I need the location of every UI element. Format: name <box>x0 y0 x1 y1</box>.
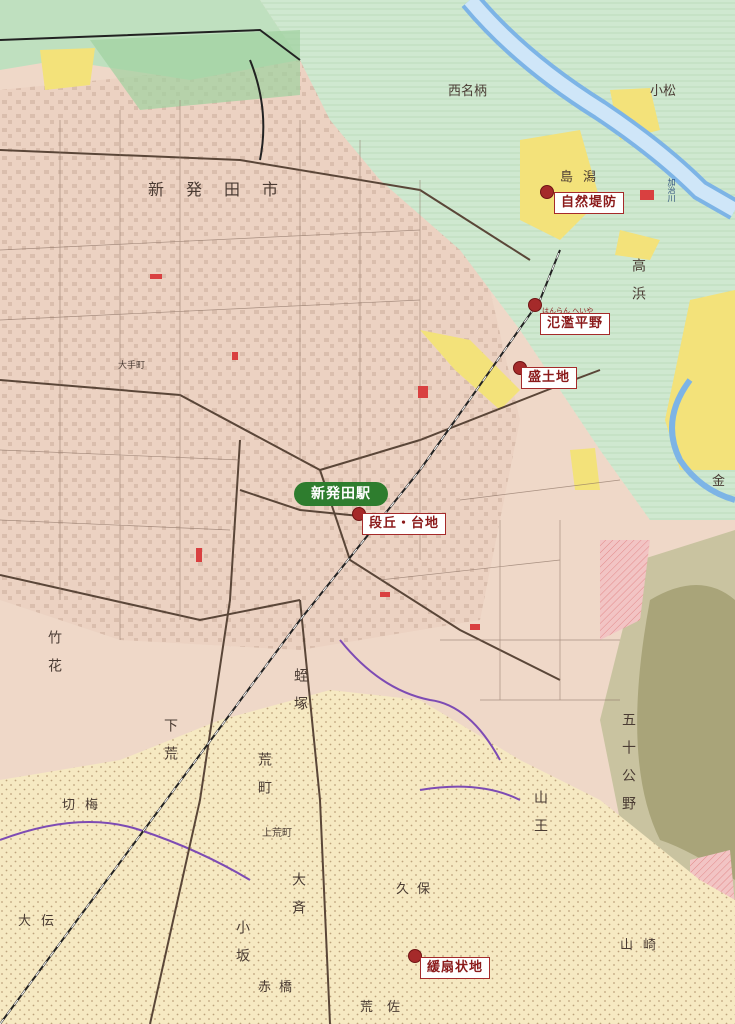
label-fill: 盛土地 <box>521 367 578 389</box>
place-kin: 金 <box>712 474 726 489</box>
place-kamiarachou: 上荒町 <box>262 828 292 839</box>
label-terrace: 段丘・台地 <box>362 513 447 535</box>
place-shimagata: 島潟 <box>560 170 607 185</box>
topographic-map[interactable]: 新発田市 西名柄 小松 島潟 高浜 竹花 切梅 下荒 荒町 上荒町 蛭塚 久保 … <box>0 0 735 1024</box>
place-kirimume: 切梅 <box>62 798 109 813</box>
place-sanzaki: 山崎 <box>620 938 667 953</box>
place-kubo: 久保 <box>396 882 439 897</box>
label-natural-levee: 自然堤防 <box>554 192 625 214</box>
place-hiruzuka: 蛭塚 <box>292 668 308 724</box>
callout-natural-levee[interactable] <box>540 185 554 199</box>
place-yamanouchi: 山王 <box>532 790 548 846</box>
river-label: 加治川 <box>667 178 676 202</box>
marker-dot <box>540 185 554 199</box>
place-shimoara: 下荒 <box>162 718 178 774</box>
place-komatsu: 小松 <box>650 84 677 99</box>
place-nishinaka: 西名柄 <box>448 84 488 99</box>
label-alluvial-fan: 緩扇状地 <box>420 957 491 979</box>
place-gojukogai: 五十公野 <box>620 712 636 824</box>
place-takehana: 竹花 <box>46 630 62 686</box>
map-base-layer <box>0 0 735 1024</box>
place-arachou: 荒町 <box>256 752 272 808</box>
place-arasa: 荒佐 <box>360 1000 415 1015</box>
place-taisho: 大手町 <box>118 361 146 371</box>
place-oden: 大伝 <box>18 914 65 929</box>
place-akahashi: 赤橋 <box>258 980 301 995</box>
callout-floodplain[interactable] <box>528 298 542 312</box>
place-city: 新発田市 <box>148 180 301 199</box>
place-ohsugi: 大斉 <box>290 872 306 928</box>
label-floodplain: 氾濫平野 <box>540 313 611 335</box>
place-kokubo: 小坂 <box>234 920 250 976</box>
place-takahama: 高浜 <box>630 258 646 314</box>
station-label[interactable]: 新発田駅 <box>294 482 388 506</box>
marker-dot <box>528 298 542 312</box>
